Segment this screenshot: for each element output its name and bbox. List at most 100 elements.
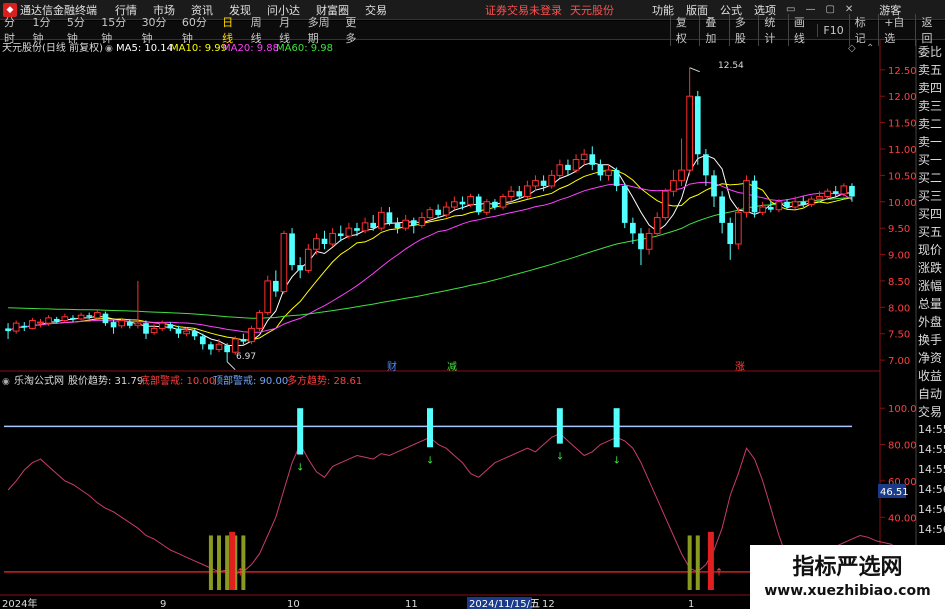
- candle-body: [118, 320, 125, 327]
- kline-chart[interactable]: 天元股份(日线 前复权) ◉ MA5: 10.14 MA10: 9.99 MA2…: [0, 40, 945, 609]
- settings-diamond-icon[interactable]: ◇: [848, 43, 856, 54]
- candle-body: [507, 190, 515, 197]
- event-finance-marker[interactable]: 财: [387, 360, 397, 373]
- candle-body: [775, 201, 783, 211]
- side-list-item[interactable]: 卖五: [918, 61, 945, 79]
- candle-body: [426, 209, 434, 219]
- ma10-line: [7, 169, 852, 341]
- candle-body: [61, 316, 69, 322]
- f10-button[interactable]: F10: [817, 23, 848, 37]
- date-label-jan: 1: [688, 599, 694, 609]
- candle-body: [143, 323, 149, 334]
- candle-body: [297, 265, 304, 271]
- ma-settings-icon[interactable]: ◉: [105, 44, 113, 54]
- candle-body: [719, 196, 725, 223]
- side-list-item[interactable]: 买三: [918, 187, 945, 205]
- down-arrow-icon: ↓: [296, 463, 304, 474]
- candles: [5, 67, 855, 371]
- candle-body: [580, 153, 588, 161]
- candle-body: [840, 185, 848, 195]
- login-notice[interactable]: 证券交易未登录: [485, 2, 562, 18]
- candle-body: [93, 312, 101, 319]
- candle-body: [272, 280, 279, 292]
- event-reduce-marker[interactable]: 减: [447, 361, 457, 373]
- candle-body: [86, 315, 93, 317]
- candle-body: [824, 190, 831, 197]
- side-list-item[interactable]: 卖一: [918, 133, 945, 151]
- side-list-item[interactable]: 涨跌: [918, 259, 945, 277]
- candle-body: [21, 325, 28, 328]
- price-tick-label: 11.00: [888, 145, 917, 156]
- candle-body: [849, 185, 855, 197]
- menu-trade[interactable]: 交易: [365, 2, 387, 18]
- indicator-trend-label: 股价趋势: 31.79: [68, 374, 143, 387]
- collapse-icon[interactable]: ⌃: [866, 43, 874, 54]
- candle-body: [694, 96, 701, 155]
- indicator-bull-label: 多方趋势: 28.61: [287, 374, 362, 387]
- side-list-item[interactable]: 买五: [918, 223, 945, 241]
- candle-body: [191, 331, 198, 337]
- price-tick-label: 8.50: [888, 277, 910, 288]
- candle-body: [638, 233, 644, 250]
- event-rise-marker[interactable]: 涨: [735, 361, 745, 373]
- candle-body: [45, 317, 52, 324]
- candle-body: [784, 201, 790, 208]
- ma20-label: MA20: 9.88: [222, 43, 279, 54]
- side-list-item[interactable]: 现价: [918, 241, 945, 259]
- candle-body: [459, 201, 466, 205]
- side-list-item[interactable]: 14:55: [918, 461, 945, 481]
- side-list-item[interactable]: 交易: [918, 403, 945, 421]
- down-arrow-icon: ↓: [556, 452, 564, 463]
- candle-body: [483, 201, 491, 213]
- side-list-item[interactable]: 买四: [918, 205, 945, 223]
- side-list-item[interactable]: 14:56: [918, 521, 945, 541]
- candle-body: [678, 169, 685, 182]
- ma10-label: MA10: 9.99: [170, 43, 227, 54]
- side-list-item[interactable]: 涨幅: [918, 277, 945, 295]
- candle-body: [321, 238, 328, 244]
- maximize-icon[interactable]: ▢: [825, 4, 834, 15]
- side-list-item[interactable]: 14:56: [918, 481, 945, 501]
- side-list-item[interactable]: 自动: [918, 385, 945, 403]
- side-list-item[interactable]: 买二: [918, 169, 945, 187]
- side-list-item[interactable]: 买一: [918, 151, 945, 169]
- side-list-item[interactable]: 总量: [918, 295, 945, 313]
- indicator-current-value: 46.51: [880, 487, 909, 498]
- side-list-item[interactable]: 14:55: [918, 441, 945, 461]
- candle-body: [711, 175, 717, 197]
- price-tick-label: 7.50: [888, 330, 910, 341]
- candle-body: [410, 220, 417, 226]
- price-tick-label: 10.50: [888, 171, 917, 182]
- indicator-settings-icon[interactable]: ◉: [2, 377, 10, 387]
- side-list-item[interactable]: 收益: [918, 367, 945, 385]
- price-tick-label: 8.00: [888, 303, 910, 314]
- side-list-item[interactable]: 外盘: [918, 313, 945, 331]
- side-list-item[interactable]: 卖二: [918, 115, 945, 133]
- date-label-sep: 9: [160, 599, 166, 609]
- candle-body: [5, 328, 11, 332]
- candle-body: [565, 164, 571, 171]
- candle-body: [224, 345, 230, 353]
- candle-body: [524, 185, 531, 197]
- side-list-item[interactable]: 净资: [918, 349, 945, 367]
- candle-body: [451, 201, 458, 208]
- bottom-signal-bar: [241, 535, 246, 590]
- side-list-item[interactable]: 卖三: [918, 97, 945, 115]
- side-list-item[interactable]: 14:55: [918, 421, 945, 441]
- side-list-item[interactable]: 换手: [918, 331, 945, 349]
- candle-body: [313, 238, 320, 250]
- chart-area[interactable]: 天元股份(日线 前复权) ◉ MA5: 10.14 MA10: 9.99 MA2…: [0, 40, 945, 609]
- side-list-item[interactable]: 14:56: [918, 501, 945, 521]
- indicator-tick-label: 40.00: [888, 513, 917, 524]
- high-price-label: 12.54: [718, 61, 744, 71]
- candle-body: [808, 198, 815, 205]
- candle-body: [370, 222, 377, 229]
- candle-body: [256, 312, 263, 329]
- candle-body: [53, 318, 60, 322]
- side-list-item[interactable]: 卖四: [918, 79, 945, 97]
- side-list-item[interactable]: 委比: [918, 43, 945, 61]
- candle-body: [735, 211, 742, 245]
- candle-body: [589, 154, 596, 165]
- bottom-signal-bar: [217, 535, 222, 590]
- indicator-axis: 100.080.0060.0040.0020.00: [880, 404, 917, 561]
